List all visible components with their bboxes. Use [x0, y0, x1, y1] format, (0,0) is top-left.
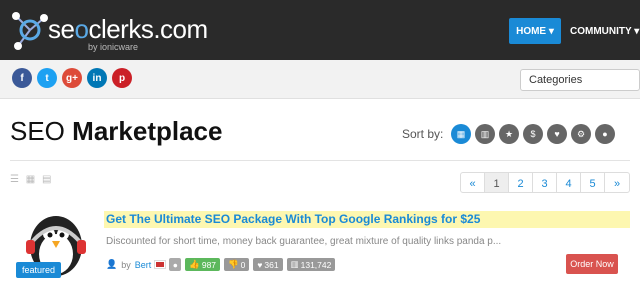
thumbs-up-badge: 👍 987: [185, 258, 221, 271]
listing-description: Discounted for short time, money back gu…: [106, 236, 502, 247]
thumbs-down-count: 0: [240, 259, 246, 270]
thumbs-up-icon: 👍: [189, 259, 200, 269]
title-light: SEO: [10, 116, 65, 146]
site-logo[interactable]: seoclerks.com by ionicware: [8, 6, 208, 56]
pagination: «1 2 3 4 5»: [460, 172, 630, 193]
nav-community-button[interactable]: COMMUNITY ▾: [570, 18, 639, 44]
sort-date-icon[interactable]: ▦: [451, 124, 471, 144]
page-link[interactable]: 5: [581, 173, 605, 192]
top-navbar: seoclerks.com by ionicware HOME ▾ COMMUN…: [0, 0, 640, 60]
view-toggle: ☰ ▦ ▤: [10, 174, 53, 185]
list-view-icon[interactable]: ☰: [10, 174, 21, 185]
page-link[interactable]: 2: [509, 173, 533, 192]
sort-circle-icon[interactable]: ●: [595, 124, 615, 144]
nav-home-button[interactable]: HOME ▾: [509, 18, 561, 44]
logo-text: seoclerks.com: [48, 14, 208, 45]
likes-count: 361: [264, 259, 279, 270]
flag-icon: [154, 260, 167, 269]
pinterest-icon[interactable]: p: [112, 68, 132, 88]
views-count: 131,742: [300, 259, 332, 270]
sort-rating-icon[interactable]: ★: [499, 124, 519, 144]
sort-price-icon[interactable]: $: [523, 124, 543, 144]
seller-link[interactable]: Bert: [135, 260, 152, 270]
by-label: by: [121, 259, 131, 270]
thumbs-down-badge: 👎 0: [224, 258, 250, 271]
sort-chart-icon[interactable]: ▥: [475, 124, 495, 144]
logo-subtitle: by ionicware: [88, 42, 139, 52]
listing-meta: 👤 by Bert ● 👍 987 👎 0 ♥ 361 ▥ 131,742: [106, 258, 336, 271]
facebook-icon[interactable]: f: [12, 68, 32, 88]
table-view-icon[interactable]: ▤: [42, 174, 53, 185]
logo-prefix: se: [48, 14, 75, 44]
chart-icon: ▥: [290, 259, 299, 269]
page-link[interactable]: »: [605, 173, 629, 192]
page-link[interactable]: 4: [557, 173, 581, 192]
logo-network-icon: [12, 12, 48, 50]
logo-middle: o: [74, 14, 89, 44]
logo-suffix: clerks.com: [88, 14, 208, 44]
featured-badge: featured: [16, 262, 62, 278]
heart-icon: ♥: [257, 259, 263, 270]
level-icon: ●: [169, 258, 182, 271]
sort-heart-icon[interactable]: ♥: [547, 124, 567, 144]
views-badge: ▥ 131,742: [286, 258, 336, 271]
sort-label: Sort by:: [402, 127, 444, 141]
sort-settings-icon[interactable]: ⚙: [571, 124, 591, 144]
page-link[interactable]: «: [461, 173, 485, 192]
listing-title-link[interactable]: Get The Ultimate SEO Package With Top Go…: [106, 212, 480, 226]
twitter-icon[interactable]: t: [37, 68, 57, 88]
linkedin-icon[interactable]: in: [87, 68, 107, 88]
grid-view-icon[interactable]: ▦: [26, 174, 37, 185]
thumbs-down-icon: 👎: [228, 259, 239, 269]
page-title: SEO Marketplace: [10, 116, 222, 147]
page-link[interactable]: 1: [485, 173, 509, 192]
thumbs-up-count: 987: [201, 259, 217, 270]
title-bold: Marketplace: [72, 116, 223, 146]
user-icon: 👤: [106, 259, 118, 269]
page-link[interactable]: 3: [533, 173, 557, 192]
divider: [10, 160, 630, 161]
order-now-button[interactable]: Order Now: [566, 254, 618, 274]
googleplus-icon[interactable]: g+: [62, 68, 82, 88]
likes-badge: ♥ 361: [253, 258, 283, 271]
categories-select[interactable]: Categories: [520, 69, 640, 91]
